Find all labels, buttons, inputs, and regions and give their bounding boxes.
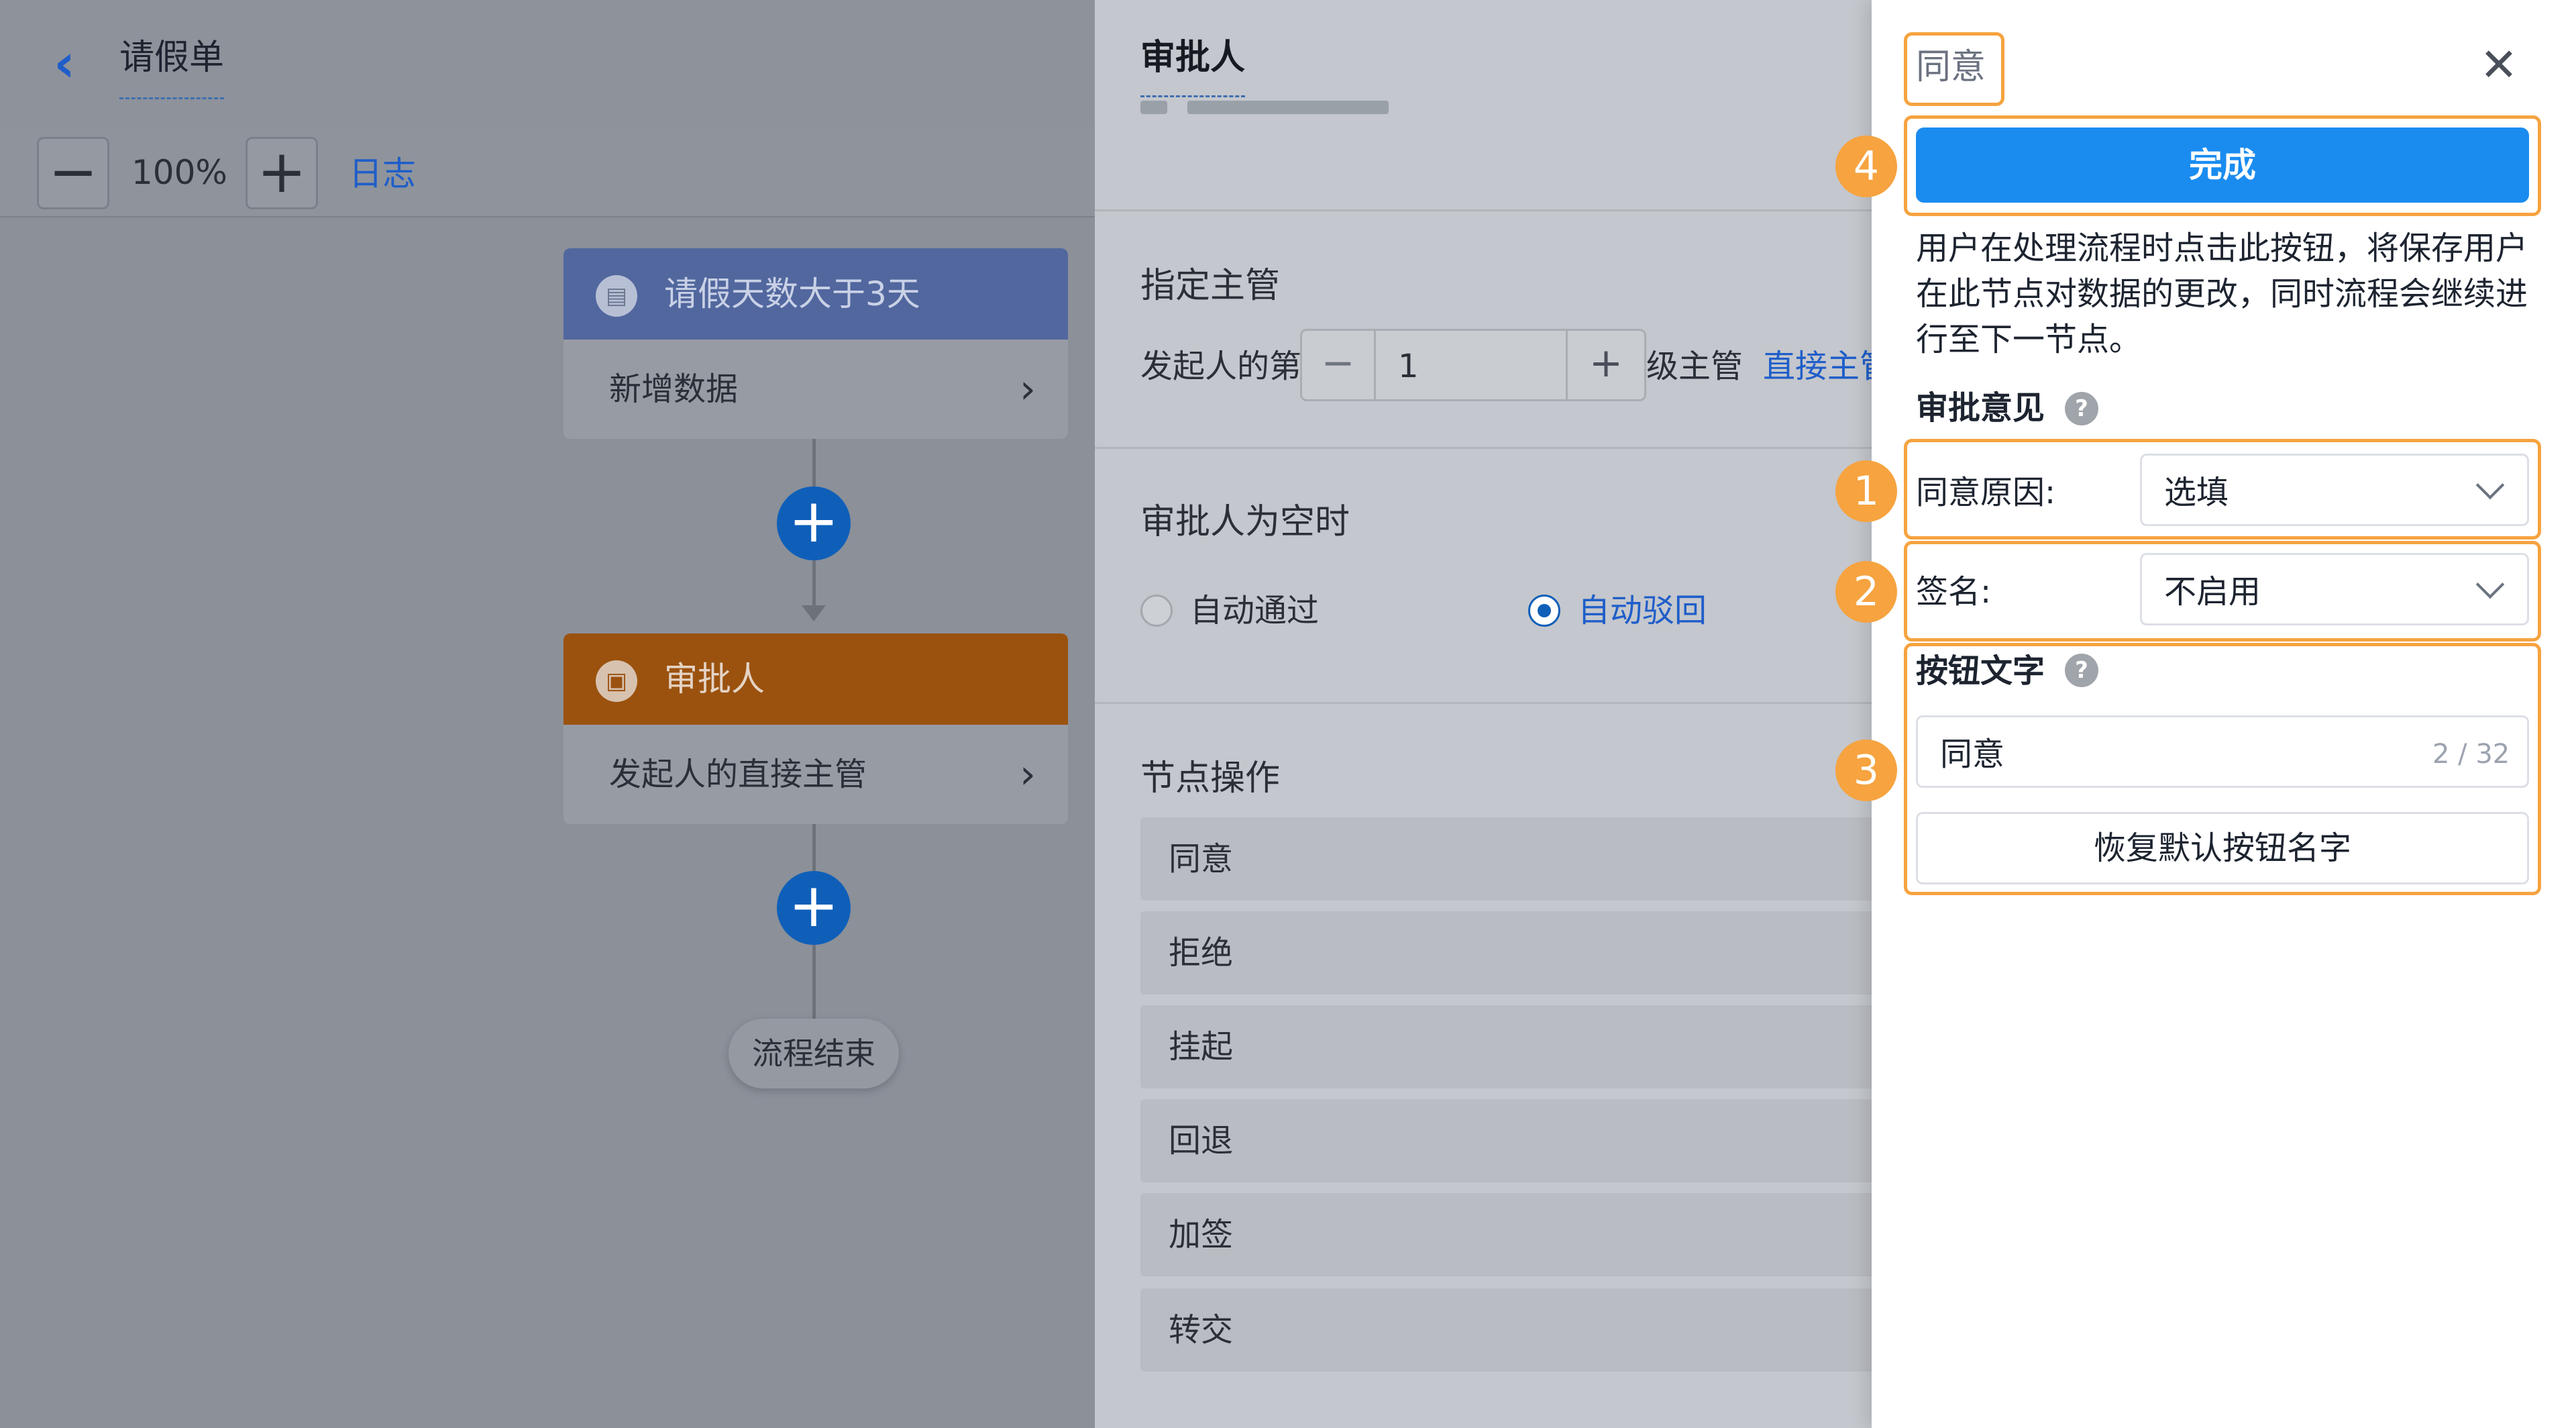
node-title: 审批人 <box>664 660 765 699</box>
approval-opinion-title: 审批意见 <box>1916 389 2045 427</box>
node-header: ▤ 请假天数大于3天 <box>564 248 1068 340</box>
section-title-empty-approver: 审批人为空时 <box>1140 502 1350 542</box>
reason-label: 同意原因: <box>1916 474 2056 511</box>
scrolled-content-fragment <box>1140 101 1422 128</box>
node-body-text: 新增数据 <box>609 370 739 408</box>
operation-item-suspend[interactable]: 挂起 <box>1140 1005 1872 1088</box>
radio-auto-reject[interactable] <box>1528 595 1560 627</box>
signature-label: 签名: <box>1916 573 1992 611</box>
form-title: 请假单 <box>119 32 225 99</box>
stepper-value[interactable]: 1 <box>1398 342 1419 391</box>
done-description: 用户在处理流程时点击此按钮，将保存用户在此节点对数据的更改，同时流程会继续进行至… <box>1916 230 2528 358</box>
char-counter: 2 / 32 <box>2432 739 2510 770</box>
radio-auto-pass[interactable] <box>1140 595 1173 627</box>
direct-supervisor-link[interactable]: 直接主管 <box>1763 342 1872 391</box>
zoom-in-button[interactable]: + <box>246 137 318 209</box>
node-body[interactable]: 发起人的直接主管 › <box>564 725 1068 824</box>
approver-icon: ▣ <box>596 660 637 702</box>
step-badge-1: 1 <box>1835 460 1897 522</box>
flow-node-approver[interactable]: ▣ 审批人 发起人的直接主管 › <box>564 633 1068 824</box>
connector-arrow <box>802 605 826 621</box>
flow-node-condition[interactable]: ▤ 请假天数大于3天 新增数据 › <box>564 248 1068 439</box>
flow-end-node: 流程结束 <box>729 1019 899 1088</box>
reason-select-value[interactable]: 选填 <box>2164 468 2229 517</box>
node-title: 请假天数大于3天 <box>664 274 920 313</box>
supervisor-suffix: 级主管 <box>1646 348 1743 385</box>
close-icon[interactable]: ✕ <box>2475 39 2522 93</box>
add-node-button[interactable]: + <box>777 871 851 945</box>
divider <box>1095 702 1872 704</box>
log-link[interactable]: 日志 <box>349 149 416 199</box>
help-icon[interactable]: ? <box>2065 392 2098 425</box>
operation-item-add-sign[interactable]: 加签 <box>1140 1193 1872 1276</box>
section-title-operations: 节点操作 <box>1140 758 1281 799</box>
radio-label-auto-pass[interactable]: 自动通过 <box>1190 586 1319 635</box>
operation-item-reject[interactable]: 拒绝 <box>1140 911 1872 994</box>
stepper-minus-button[interactable]: − <box>1302 331 1376 399</box>
divider <box>1095 447 1872 449</box>
button-text-title: 按钮文字 <box>1916 652 2045 690</box>
drawer-title: 同意 <box>1916 47 1986 87</box>
add-node-button[interactable]: + <box>777 487 851 560</box>
stepper-plus-button[interactable]: + <box>1566 331 1644 399</box>
radio-label-auto-reject[interactable]: 自动驳回 <box>1578 586 1707 635</box>
section-title-supervisor: 指定主管 <box>1140 266 1281 306</box>
node-body[interactable]: 新增数据 › <box>564 340 1068 439</box>
node-body-text: 发起人的直接主管 <box>609 756 867 793</box>
document-icon: ▤ <box>596 275 637 317</box>
restore-default-button[interactable]: 恢复默认按钮名字 <box>1916 812 2529 884</box>
step-badge-4: 4 <box>1835 136 1897 197</box>
chevron-right-icon: › <box>1020 751 1036 798</box>
operation-item-agree[interactable]: 同意 <box>1140 817 1872 901</box>
operation-item-transfer[interactable]: 转交 <box>1140 1288 1872 1372</box>
supervisor-prefix: 发起人的第 <box>1140 348 1302 385</box>
zoom-level: 100% <box>131 153 227 192</box>
operation-item-rollback[interactable]: 回退 <box>1140 1099 1872 1182</box>
help-icon[interactable]: ? <box>2065 654 2098 687</box>
back-chevron-icon[interactable]: ‹ <box>54 34 101 94</box>
signature-select-value[interactable]: 不启用 <box>2164 568 2261 616</box>
step-badge-2: 2 <box>1835 561 1897 623</box>
step-badge-3: 3 <box>1835 740 1897 801</box>
done-button[interactable]: 完成 <box>1916 128 2529 203</box>
node-header: ▣ 审批人 <box>564 633 1068 725</box>
divider <box>1095 209 1872 211</box>
panel-tab-title[interactable]: 审批人 <box>1140 32 1246 97</box>
zoom-out-button[interactable]: − <box>37 137 109 209</box>
button-text-value[interactable]: 同意 <box>1940 730 2004 778</box>
chevron-right-icon: › <box>1020 366 1036 413</box>
